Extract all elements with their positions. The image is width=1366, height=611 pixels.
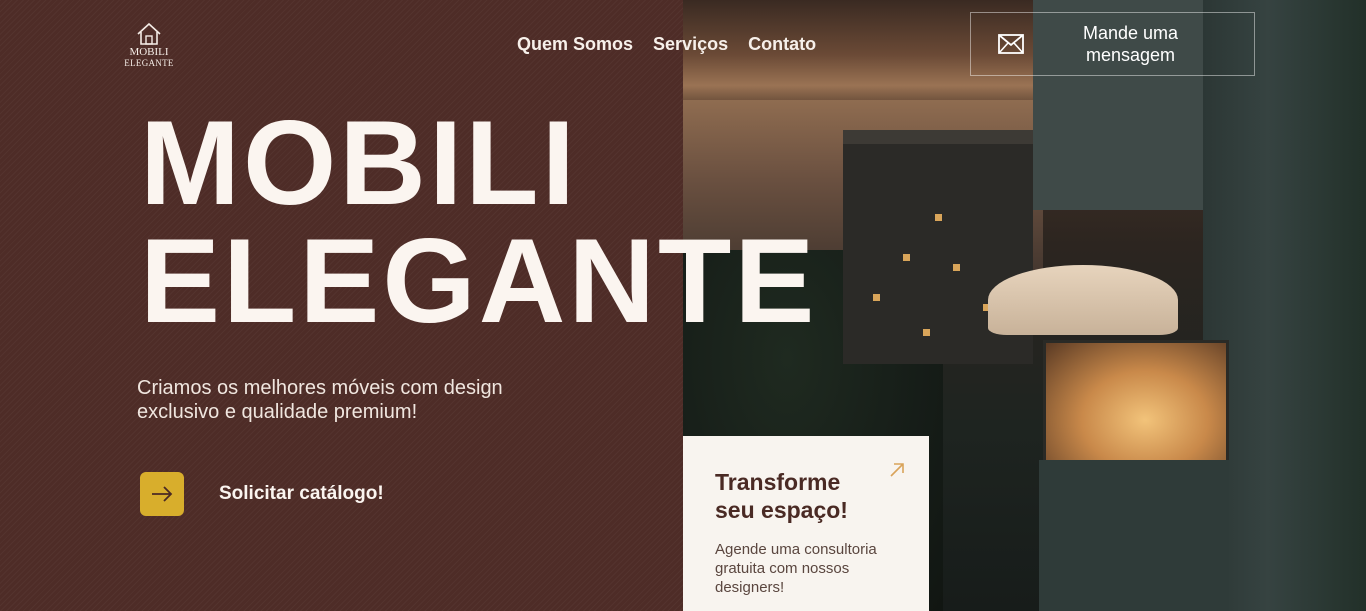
- photo-umbrella: [988, 265, 1178, 335]
- photo-window: [923, 329, 930, 336]
- logo-text-line2: ELEGANTE: [124, 58, 174, 68]
- hero-title: MOBILI ELEGANTE: [140, 96, 818, 348]
- request-catalog-cta[interactable]: Solicitar catálogo!: [140, 472, 384, 516]
- card-title: Transforme seu espaço!: [715, 469, 848, 523]
- hero-subtitle: Criamos os melhores móveis com design ex…: [137, 377, 503, 423]
- nav-item-contato[interactable]: Contato: [748, 34, 816, 55]
- photo-window: [953, 264, 960, 271]
- send-message-label: Mande uma mensagem: [1082, 23, 1179, 65]
- nav-item-quem-somos[interactable]: Quem Somos: [517, 34, 633, 55]
- photo-balcony-base: [1039, 460, 1229, 611]
- photo-window: [873, 294, 880, 301]
- request-catalog-label[interactable]: Solicitar catálogo!: [219, 483, 384, 505]
- hero-title-line2: ELEGANTE: [140, 214, 818, 348]
- request-catalog-button[interactable]: [140, 472, 184, 516]
- house-icon: [137, 22, 161, 45]
- nav-item-servicos[interactable]: Serviços: [653, 34, 728, 55]
- arrow-up-right-icon[interactable]: [889, 462, 905, 478]
- consulting-card[interactable]: Transforme seu espaço! Agende uma consul…: [683, 436, 929, 611]
- arrow-right-icon: [152, 486, 173, 502]
- main-nav: Quem Somos Serviços Contato: [517, 34, 816, 55]
- photo-window: [935, 214, 942, 221]
- brand-logo[interactable]: MOBILI ELEGANTE: [118, 22, 180, 70]
- send-message-button[interactable]: Mande uma mensagem: [970, 12, 1255, 76]
- logo-text-line1: MOBILI: [129, 46, 169, 58]
- photo-window: [903, 254, 910, 261]
- mail-icon: [998, 34, 1024, 54]
- hero-title-line1: MOBILI: [140, 96, 578, 230]
- card-text: Agende uma consultoria gratuita com noss…: [715, 541, 877, 596]
